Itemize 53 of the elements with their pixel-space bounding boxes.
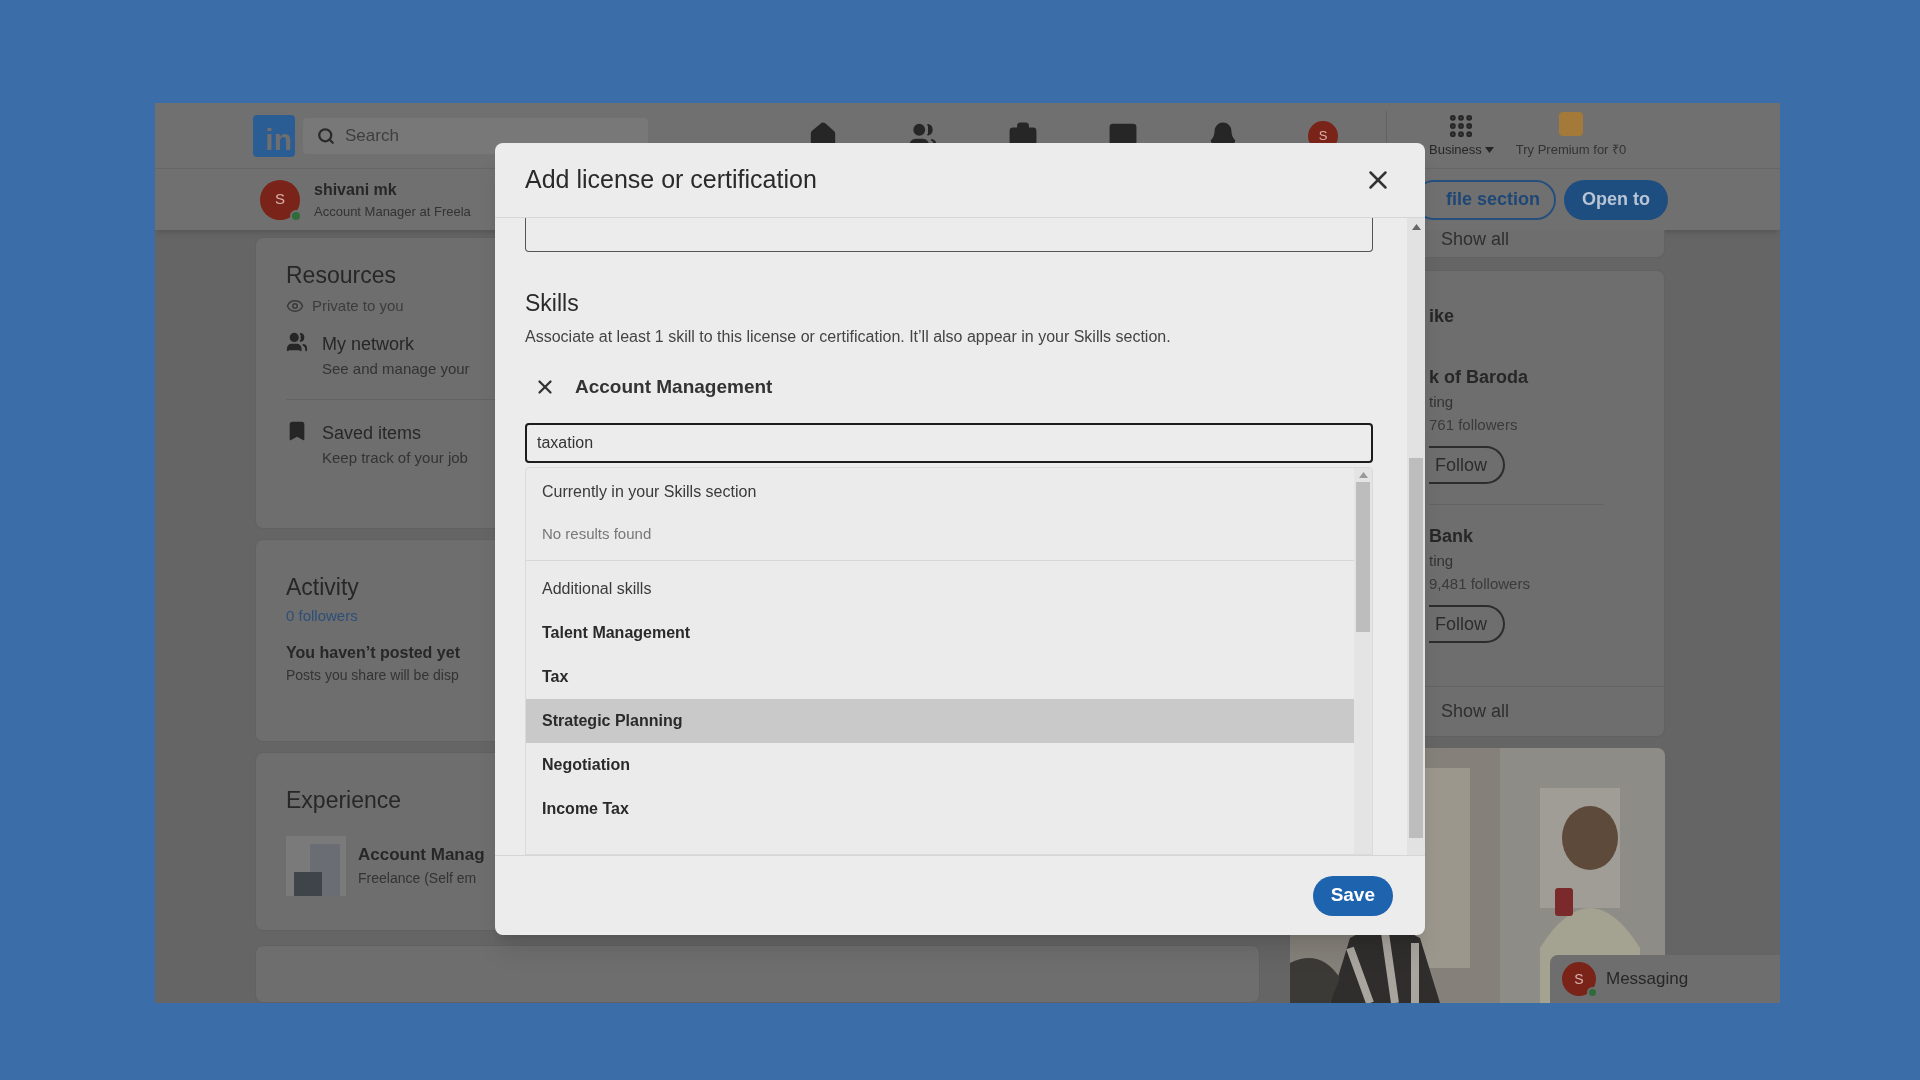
resource-title[interactable]: Saved items (322, 419, 422, 447)
avatar: S (1562, 962, 1596, 996)
empty-title: You haven’t posted yet (286, 643, 460, 664)
avatar: S (260, 179, 300, 220)
follow-button[interactable]: Follow (1429, 446, 1505, 484)
save-button[interactable]: Save (1312, 875, 1393, 916)
company-industry: ting (1429, 551, 1455, 571)
messaging-label: Messaging (1606, 968, 1689, 991)
profile-headline: Account Manager at Freela (314, 202, 471, 221)
online-status-icon (1587, 987, 1598, 998)
experience-title: Account Manag (358, 844, 485, 867)
followers-link[interactable]: 0 followers (286, 604, 358, 628)
dropdown-heading: Additional skills (542, 579, 652, 599)
skill-label: Account Management (575, 374, 773, 399)
skill-option[interactable]: Tax (526, 655, 1354, 699)
search-icon (317, 126, 335, 145)
profile-name: shivani mk (314, 179, 398, 200)
input-field[interactable] (525, 218, 1373, 252)
follow-button[interactable]: Follow (1429, 605, 1505, 643)
card-title: Activity (286, 573, 359, 603)
company-name[interactable]: Bank (1429, 523, 1664, 550)
caret-icon (1484, 146, 1494, 153)
scrollbar[interactable] (1354, 468, 1372, 854)
messaging-bar[interactable]: S Messaging (1550, 955, 1780, 1003)
empty-results-note: No results found (542, 523, 652, 544)
skill-option[interactable]: Strategic Planning (526, 699, 1354, 743)
company-industry: ting (1429, 392, 1455, 412)
card-title: Resources (286, 261, 396, 290)
card-title: ike (1429, 305, 1456, 328)
skill-option[interactable]: Income Tax (526, 787, 1354, 831)
experience-company: Freelance (Self em (358, 868, 477, 888)
show-all-link[interactable]: Show all (1441, 698, 1510, 725)
skill-option[interactable]: Negotiation (526, 743, 1354, 787)
resource-title[interactable]: My network (322, 331, 415, 358)
premium-icon (1559, 111, 1583, 136)
people-icon (286, 331, 308, 353)
resource-description: Keep track of your job (322, 447, 468, 468)
business-menu[interactable]: Business (1429, 139, 1482, 160)
premium-link[interactable]: Try Premium for ₹0 (1515, 139, 1627, 160)
section-title: Skills (525, 289, 580, 318)
section-description: Associate at least 1 skill to this license or certification. It’ll also appear in your Skills section. (525, 326, 1172, 347)
open-to-button[interactable]: Open to (1564, 179, 1668, 220)
modal-title: Add license or certification (525, 164, 817, 196)
skill-option[interactable]: Talent Management (526, 611, 1354, 655)
resource-description: See and manage your (322, 359, 470, 379)
company-name[interactable]: k of Baroda (1429, 364, 1604, 391)
scrollbar[interactable] (1407, 218, 1425, 855)
show-all-link[interactable]: Show all (1441, 230, 1510, 248)
skill-search-field[interactable]: taxation (525, 423, 1373, 463)
company-logo-icon (286, 835, 346, 896)
card-title: Experience (286, 786, 402, 816)
dropdown-heading: Currently in your Skills section (542, 482, 757, 502)
empty-description: Posts you share will be disp (286, 666, 459, 686)
